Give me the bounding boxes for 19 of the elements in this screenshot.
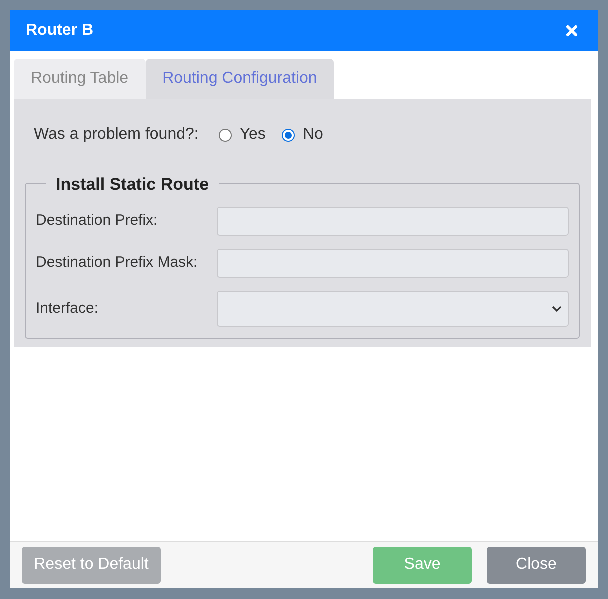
- tab[interactable]: Routing Configuration: [146, 59, 334, 99]
- radio-button[interactable]: [282, 128, 295, 142]
- radio-label: No: [302, 125, 324, 145]
- input-field[interactable]: [217, 249, 569, 278]
- field-label: Interface:: [36, 298, 100, 319]
- select-field[interactable]: [217, 291, 569, 327]
- save-button[interactable]: Save: [373, 546, 472, 584]
- close-button[interactable]: Close: [487, 546, 586, 584]
- input-field[interactable]: [217, 207, 569, 236]
- close-icon[interactable]: [566, 24, 578, 36]
- chevron-icon: [552, 306, 562, 312]
- window-title: Router B: [26, 20, 94, 40]
- field-label: Destination Prefix Mask:: [36, 253, 199, 274]
- reset-button[interactable]: Reset to Default: [22, 546, 161, 584]
- field-label: Destination Prefix:: [36, 211, 159, 232]
- question-label: Was a problem found?:: [34, 125, 199, 145]
- radio-label: Yes: [240, 125, 266, 145]
- tab[interactable]: Routing Table: [14, 59, 146, 99]
- radio-button[interactable]: [218, 128, 232, 142]
